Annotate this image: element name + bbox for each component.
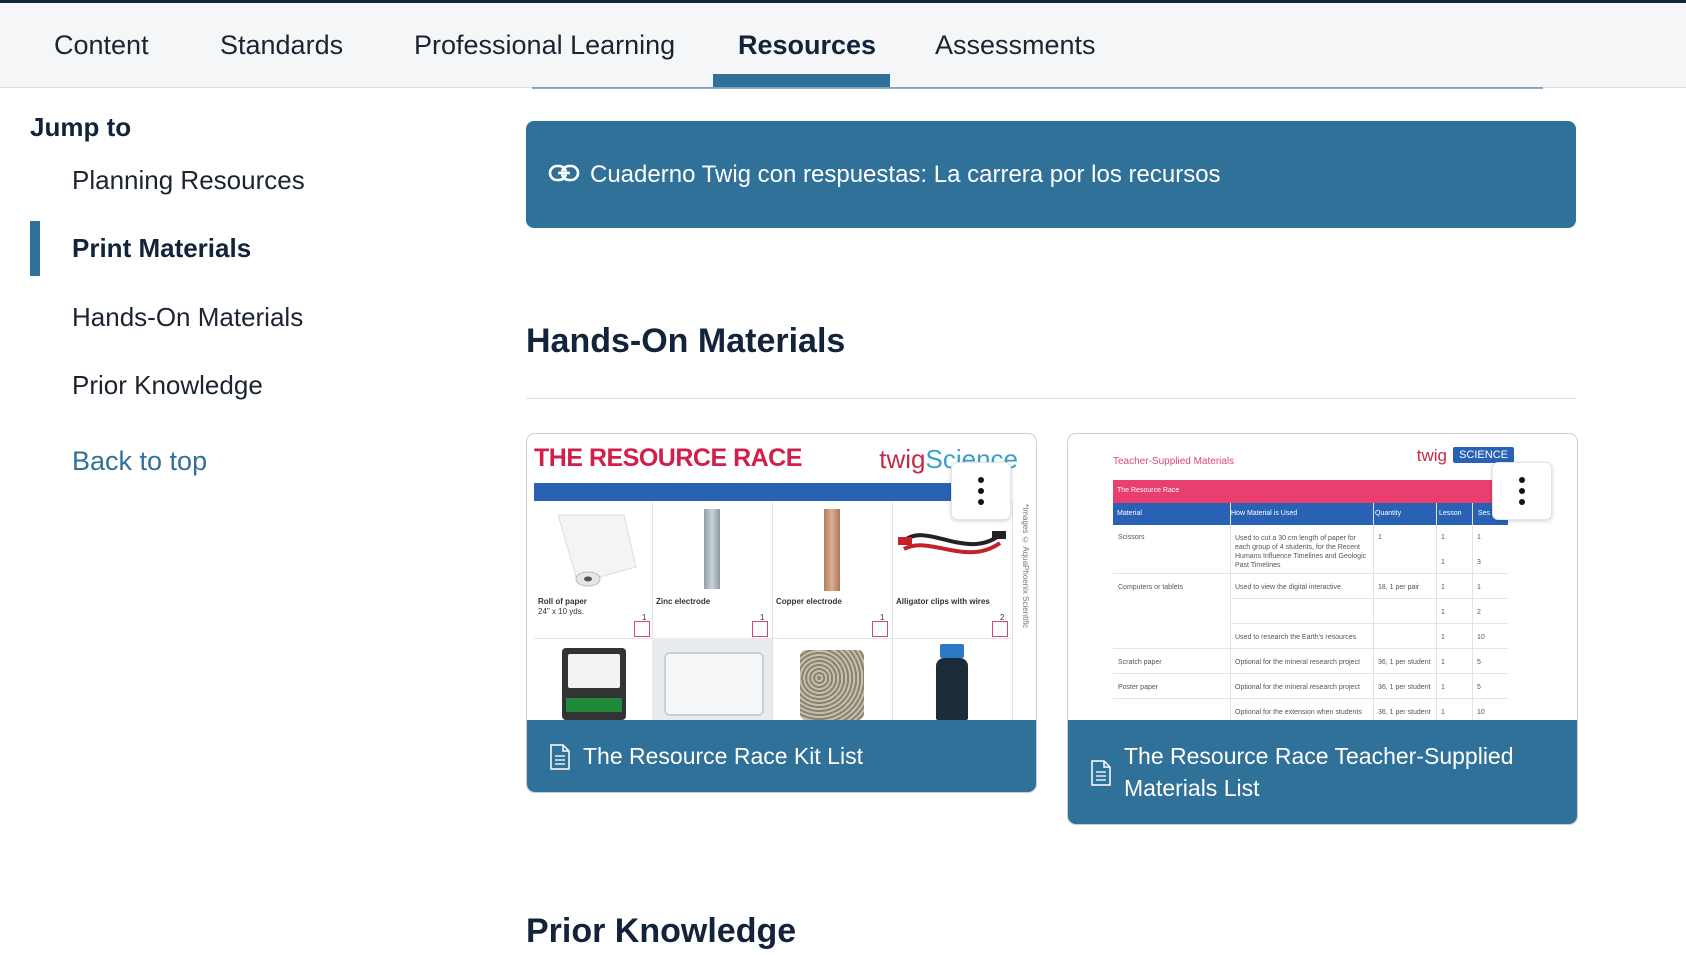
science-badge: SCIENCE — [1453, 447, 1514, 463]
kit-list-card[interactable]: THE RESOURCE RACE twigScience *Images © … — [526, 433, 1037, 793]
thumb-title: THE RESOURCE RACE — [534, 444, 802, 472]
kit-list-title: The Resource Race Kit List — [583, 743, 863, 769]
kit-item-alligator-clips: Alligator clips with wires 2 — [892, 501, 1013, 639]
jump-to-title: Jump to — [30, 112, 132, 142]
teacher-supplied-caption: The Resource Race Teacher-Supplied Mater… — [1068, 720, 1577, 824]
meter-image — [562, 648, 626, 720]
active-item-marker — [30, 221, 40, 276]
zinc-electrode-image — [704, 509, 720, 589]
kit-item-copper-electrode: Copper electrode 1 — [772, 501, 893, 639]
teacher-supplied-title: The Resource Race Teacher-Supplied Mater… — [1124, 743, 1514, 801]
copper-electrode-image — [824, 509, 840, 591]
tab-professional-learning[interactable]: Professional Learning — [414, 3, 675, 87]
thumb-table-header: Material How Material is Used Quantity L… — [1113, 503, 1508, 525]
back-to-top-link[interactable]: Back to top — [72, 446, 207, 477]
link-card-label: Cuaderno Twig con respuestas: La carrera… — [590, 161, 1221, 188]
document-icon — [550, 744, 570, 770]
sidebar-item-print-materials[interactable]: Print Materials — [72, 233, 251, 264]
kit-item-roll-of-paper: Roll of paper 24" x 10 yds. 1 — [534, 501, 653, 639]
sidebar-item-prior-knowledge[interactable]: Prior Knowledge — [72, 370, 263, 401]
cuaderno-link-card[interactable]: Cuaderno Twig con respuestas: La carrera… — [526, 121, 1576, 228]
link-icon — [548, 164, 580, 182]
prior-knowledge-heading: Prior Knowledge — [526, 912, 797, 950]
kit-item-container — [652, 638, 773, 720]
kit-item-meter — [534, 638, 653, 720]
gravel-bag-image — [800, 650, 864, 720]
kit-item-zinc-electrode: Zinc electrode 1 — [652, 501, 773, 639]
sidebar-item-hands-on-materials[interactable]: Hands-On Materials — [72, 302, 303, 333]
checkbox-square — [872, 621, 888, 637]
checkbox-square — [992, 621, 1008, 637]
alligator-clips-image — [898, 531, 1006, 555]
kit-item-gravel-bag — [772, 638, 893, 720]
thumb-header-bar — [534, 483, 956, 501]
bottle-cap — [940, 644, 964, 658]
top-navigation: Content Standards Professional Learning … — [0, 3, 1686, 88]
tab-standards[interactable]: Standards — [220, 3, 343, 87]
document-icon — [1091, 760, 1111, 786]
teacher-supplied-thumbnail: Teacher-Supplied Materials twig SCIENCE … — [1068, 434, 1577, 720]
sidebar-item-planning-resources[interactable]: Planning Resources — [72, 165, 305, 196]
tab-content[interactable]: Content — [54, 3, 149, 87]
more-options-button[interactable] — [1492, 462, 1552, 520]
hands-on-heading: Hands-On Materials — [526, 322, 846, 360]
twig-logo: twig — [1416, 446, 1447, 465]
teacher-supplied-card[interactable]: Teacher-Supplied Materials twig SCIENCE … — [1067, 433, 1578, 825]
checkbox-square — [634, 621, 650, 637]
active-tab-indicator — [713, 74, 890, 87]
checkbox-square — [752, 621, 768, 637]
kit-list-thumbnail: THE RESOURCE RACE twigScience *Images © … — [527, 434, 1036, 720]
more-options-button[interactable] — [951, 462, 1011, 520]
kit-item-bottle — [892, 638, 1013, 720]
bottle-image — [936, 658, 968, 720]
tab-assessments[interactable]: Assessments — [935, 3, 1096, 87]
heading-divider — [526, 398, 1576, 399]
paper-roll-image — [557, 514, 637, 587]
image-credit: *Images © AquaPhoenix Scientific — [1021, 504, 1030, 629]
thumb-pink-header: The Resource Race — [1113, 480, 1508, 503]
container-image — [664, 652, 764, 716]
thumb-title: Teacher-Supplied Materials — [1113, 456, 1235, 467]
section-divider — [532, 87, 1543, 89]
kit-list-caption: The Resource Race Kit List — [527, 720, 1036, 792]
